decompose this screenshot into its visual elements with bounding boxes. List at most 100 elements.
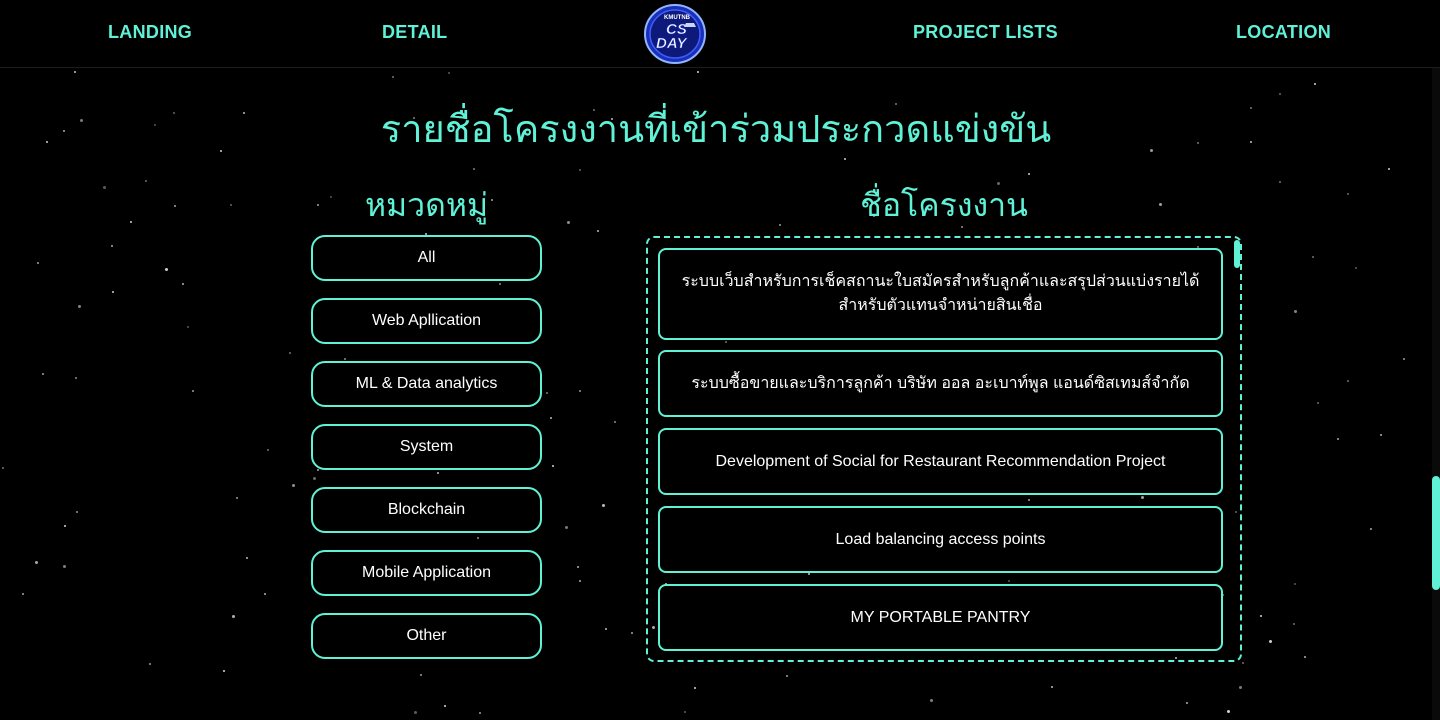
star-dot (75, 377, 77, 379)
star-dot (112, 291, 114, 293)
star-dot (1279, 93, 1281, 95)
star-dot (344, 358, 346, 360)
star-dot (22, 593, 24, 595)
star-dot (392, 76, 394, 78)
star-dot (437, 472, 439, 474)
star-dot (1239, 686, 1242, 689)
star-dot (1051, 686, 1053, 688)
cs-day-logo[interactable]: KMUTNB CS DAY (643, 3, 707, 65)
project-heading: ชื่อโครงงาน (860, 187, 1028, 223)
star-dot (477, 537, 479, 539)
star-dot (145, 180, 147, 182)
star-dot (694, 687, 696, 689)
project-card[interactable]: Development of Social for Restaurant Rec… (658, 428, 1223, 495)
category-web-application-button[interactable]: Web Apllication (311, 298, 542, 344)
star-dot (289, 352, 291, 354)
star-dot (1380, 434, 1382, 436)
star-dot (1293, 623, 1295, 625)
star-dot (565, 526, 568, 529)
category-mobile-application-button[interactable]: Mobile Application (311, 550, 542, 596)
star-dot (1317, 402, 1319, 404)
category-heading: หมวดหมู่ (364, 187, 489, 223)
star-dot (165, 268, 168, 271)
star-dot (579, 580, 581, 582)
logo-main-text-2: DAY (656, 35, 689, 52)
star-dot (597, 230, 599, 232)
category-ml-data-analytics-button[interactable]: ML & Data analytics (311, 361, 542, 407)
star-dot (1260, 615, 1262, 617)
star-dot (35, 561, 38, 564)
star-dot (930, 699, 933, 702)
star-dot (697, 71, 699, 73)
star-dot (479, 712, 481, 714)
star-dot (444, 705, 446, 707)
project-card[interactable]: ระบบเว็บสำหรับการเช็คสถานะใบสมัครสำหรับล… (658, 248, 1223, 340)
star-dot (414, 711, 417, 714)
nav-detail-link[interactable]: DETAIL (382, 22, 447, 43)
star-dot (264, 593, 266, 595)
star-dot (230, 204, 232, 206)
top-navbar: LANDING DETAIL KMUTNB CS DAY PROJECT LIS… (0, 0, 1440, 68)
nav-landing-link[interactable]: LANDING (108, 22, 192, 43)
star-dot (577, 566, 579, 568)
star-dot (614, 421, 616, 423)
star-dot (149, 663, 151, 665)
star-dot (78, 305, 81, 308)
star-dot (579, 169, 581, 171)
star-dot (111, 245, 113, 247)
star-dot (1242, 662, 1244, 664)
star-dot (37, 262, 39, 264)
star-dot (546, 392, 548, 394)
star-dot (42, 373, 44, 375)
star-dot (1186, 702, 1188, 704)
star-dot (1347, 380, 1349, 382)
star-dot (1347, 193, 1349, 195)
star-dot (579, 390, 581, 392)
star-dot (130, 221, 132, 223)
project-card[interactable]: ระบบซื้อขายและบริการลูกค้า บริษัท ออล อะ… (658, 350, 1223, 417)
star-dot (64, 525, 66, 527)
page-scrollbar-track[interactable] (1432, 0, 1440, 720)
star-dot (473, 168, 475, 170)
star-dot (223, 670, 225, 672)
star-dot (313, 477, 316, 480)
star-dot (236, 497, 238, 499)
star-dot (192, 390, 194, 392)
star-dot (605, 628, 607, 630)
nav-project-lists-link[interactable]: PROJECT LISTS (913, 22, 1058, 43)
project-list-scrollbar[interactable] (1234, 240, 1240, 268)
category-system-button[interactable]: System (311, 424, 542, 470)
nav-location-link[interactable]: LOCATION (1236, 22, 1331, 43)
page-title: รายชื่อโครงงานที่เข้าร่วมประกวดแข่งขัน (380, 109, 1052, 151)
star-dot (182, 283, 184, 285)
category-blockchain-button[interactable]: Blockchain (311, 487, 542, 533)
star-dot (1370, 528, 1372, 530)
star-dot (1279, 181, 1281, 183)
star-dot (1388, 168, 1390, 170)
project-card[interactable]: Load balancing access points (658, 506, 1223, 573)
star-dot (1312, 256, 1314, 258)
star-dot (631, 632, 633, 634)
star-dot (63, 565, 66, 568)
star-dot (552, 465, 554, 467)
star-dot (174, 205, 176, 207)
star-dot (786, 675, 788, 677)
project-card[interactable]: MY PORTABLE PANTRY (658, 584, 1223, 651)
star-dot (76, 511, 78, 513)
star-dot (567, 221, 570, 224)
star-dot (1337, 438, 1339, 440)
category-all-button[interactable]: All (311, 235, 542, 281)
star-dot (1403, 358, 1405, 360)
star-dot (1314, 83, 1316, 85)
star-dot (499, 283, 501, 285)
star-dot (187, 326, 189, 328)
star-dot (246, 557, 248, 559)
star-dot (448, 72, 450, 74)
category-other-button[interactable]: Other (311, 613, 542, 659)
star-dot (1227, 710, 1230, 713)
star-dot (1294, 583, 1296, 585)
star-dot (267, 449, 269, 451)
star-dot (602, 504, 605, 507)
star-dot (420, 674, 422, 676)
page-scrollbar-thumb[interactable] (1432, 476, 1440, 590)
